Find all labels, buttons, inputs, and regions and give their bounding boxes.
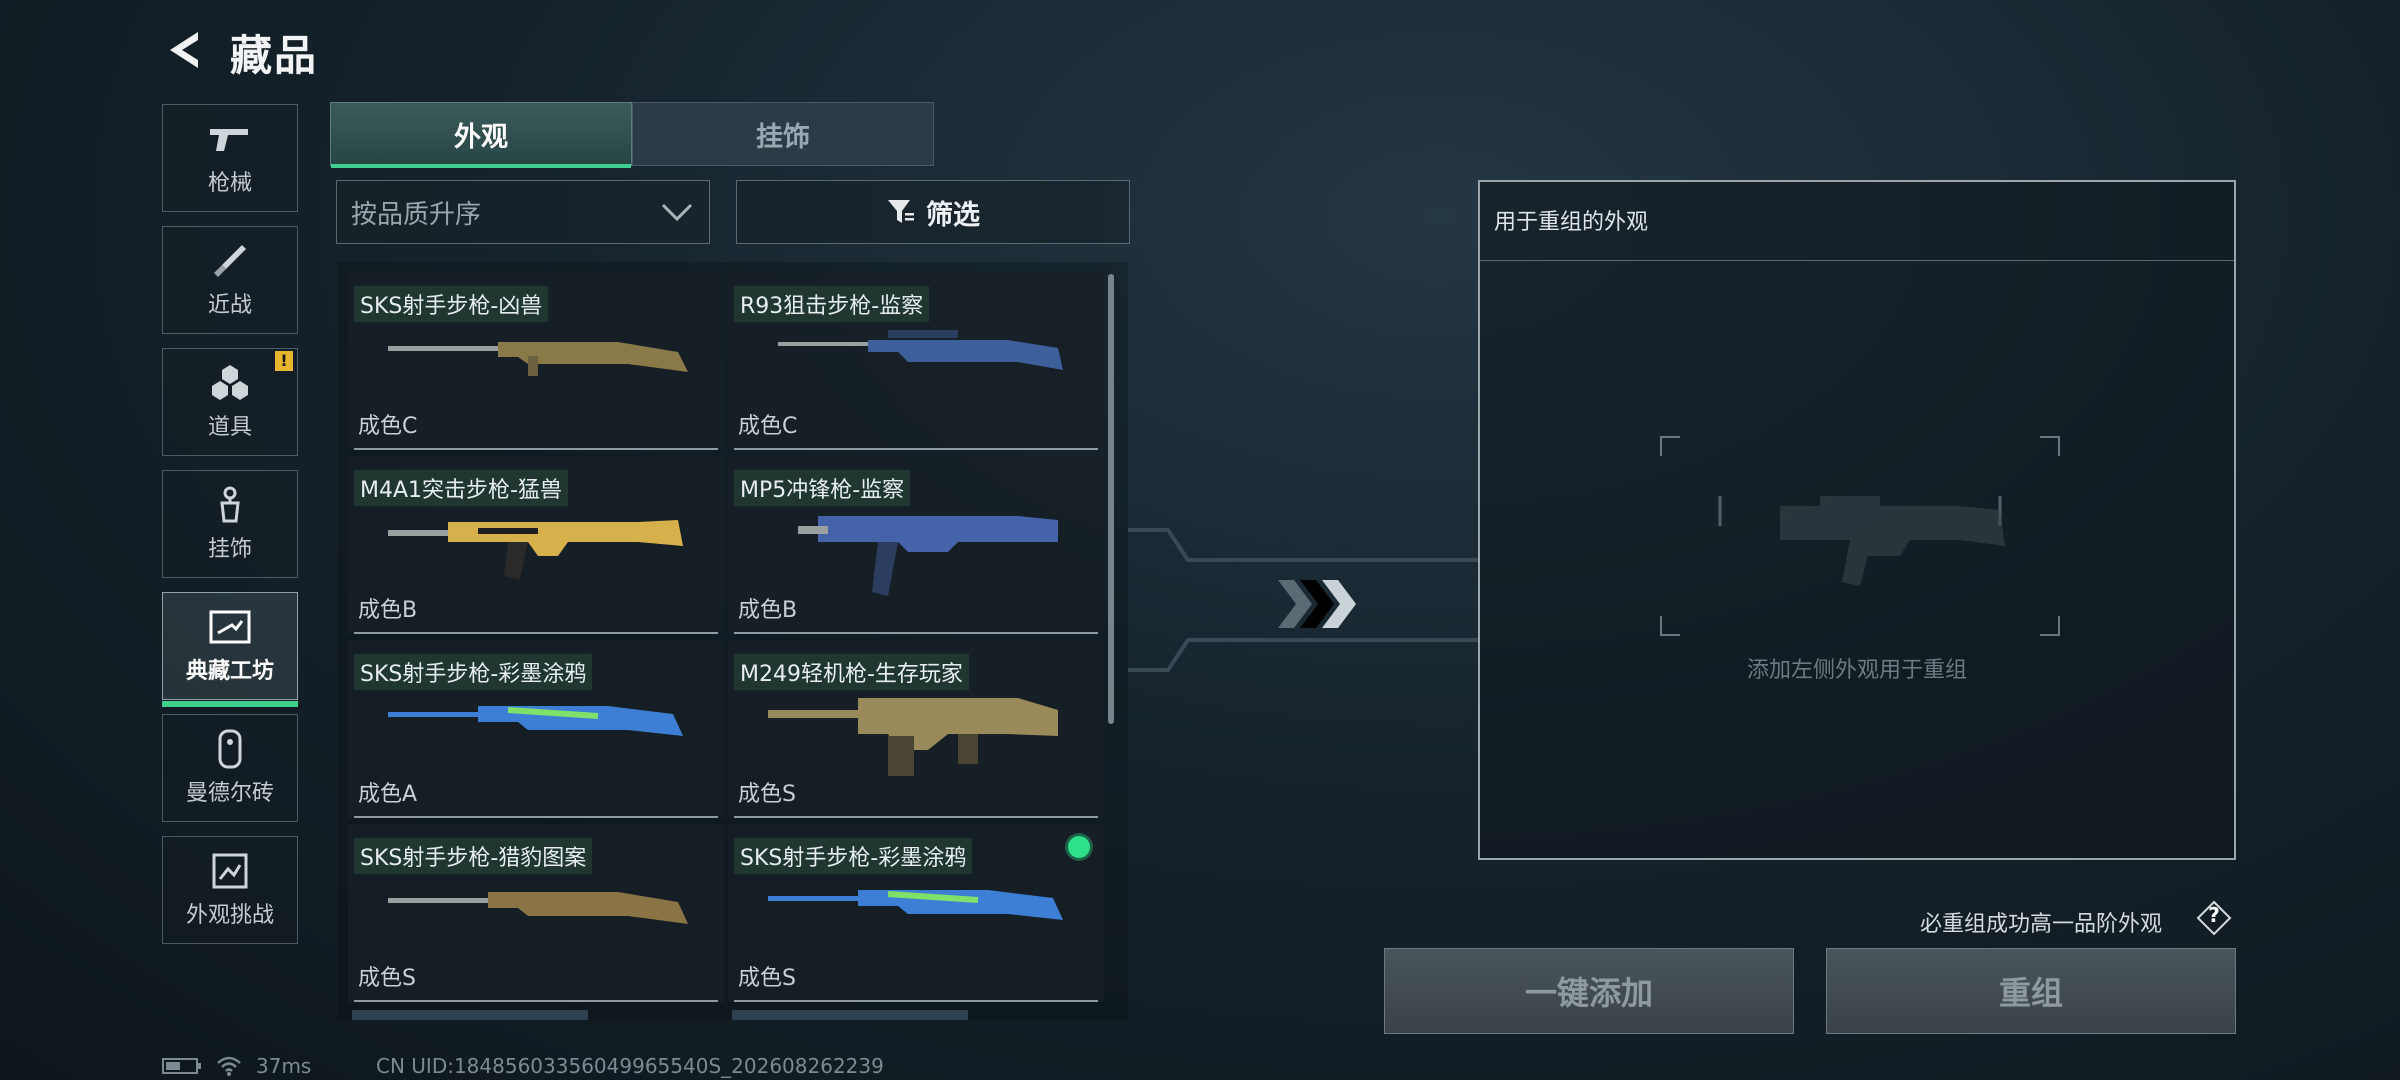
rifle-skin-image bbox=[768, 890, 1063, 920]
rifle-placeholder-icon bbox=[1780, 496, 2005, 586]
help-icon[interactable]: ? bbox=[2196, 900, 2232, 936]
page-title: 藏品 bbox=[230, 31, 319, 80]
filter-icon bbox=[888, 200, 914, 223]
sidebar-item-label: 枪械 bbox=[207, 171, 252, 196]
uid-text: CN UID:18485603356049965540S_20260826223… bbox=[376, 1054, 884, 1078]
sidebar-item-guns[interactable]: 枪械 bbox=[162, 104, 298, 212]
ping-value: 37ms bbox=[256, 1054, 312, 1078]
alert-badge: ! bbox=[275, 351, 293, 371]
workshop-icon bbox=[208, 607, 252, 647]
reforge-slot[interactable] bbox=[1660, 436, 2060, 636]
sniper-skin-image bbox=[778, 330, 1063, 370]
item-quality: 成色S bbox=[358, 966, 416, 991]
item-quality: 成色A bbox=[358, 782, 418, 807]
knife-icon bbox=[208, 241, 252, 281]
guarantee-note: 必重组成功高一品阶外观 bbox=[1920, 912, 2163, 937]
item-card[interactable]: SKS射手步枪-凶兽 成色C bbox=[348, 272, 724, 450]
item-quality: 成色B bbox=[358, 598, 418, 623]
item-card-selected[interactable]: SKS射手步枪-彩墨涂鸦 成色S bbox=[728, 824, 1104, 1002]
item-card[interactable]: R93狙击步枪-监察 成色C bbox=[728, 272, 1104, 450]
item-quality: 成色C bbox=[738, 414, 798, 439]
item-quality: 成色S bbox=[738, 966, 796, 991]
help-label: ? bbox=[2208, 903, 2220, 927]
gun-icon bbox=[208, 119, 252, 159]
sidebar-item-workshop[interactable]: 典藏工坊 bbox=[162, 592, 298, 707]
back-button[interactable] bbox=[160, 24, 212, 76]
item-quality: 成色C bbox=[358, 414, 418, 439]
item-card[interactable]: MP5冲锋枪-监察 成色B bbox=[728, 456, 1104, 634]
sidebar-item-pendants[interactable]: 挂饰 bbox=[162, 470, 298, 578]
status-bar: 37ms bbox=[162, 1054, 311, 1078]
sidebar-item-melee[interactable]: 近战 bbox=[162, 226, 298, 334]
battery-icon bbox=[162, 1058, 201, 1074]
sidebar-item-mandel-brick[interactable]: 曼德尔砖 bbox=[162, 714, 298, 822]
wifi-icon bbox=[217, 1056, 241, 1076]
sort-value: 按品质升序 bbox=[351, 199, 482, 230]
pendant-icon bbox=[208, 485, 252, 525]
sidebar-item-label: 外观挑战 bbox=[185, 903, 274, 928]
reforge-button[interactable]: 重组 bbox=[1826, 948, 2236, 1034]
sidebar-item-label: 近战 bbox=[207, 293, 252, 318]
mandel-brick-icon bbox=[208, 729, 252, 769]
add-all-button[interactable]: 一键添加 bbox=[1384, 948, 1794, 1034]
tab-appearance[interactable]: 外观 bbox=[330, 102, 632, 168]
reforge-panel: 用于重组的外观 添加左侧外观用于重组 bbox=[1478, 180, 2236, 860]
filter-button[interactable]: 筛选 bbox=[736, 180, 1130, 244]
sidebar-item-label: 挂饰 bbox=[207, 537, 252, 562]
item-card[interactable]: M249轻机枪-生存玩家 成色S bbox=[728, 640, 1104, 818]
selected-indicator-icon bbox=[1068, 836, 1090, 858]
item-card[interactable]: SKS射手步枪-彩墨涂鸦 成色A bbox=[348, 640, 724, 818]
rifle-skin-image bbox=[388, 892, 688, 924]
filter-label: 筛选 bbox=[926, 199, 980, 231]
back-arrow-icon bbox=[170, 32, 198, 68]
reforge-panel-title: 用于重组的外观 bbox=[1494, 210, 1649, 235]
rifle-skin-image bbox=[388, 520, 683, 580]
divider bbox=[1480, 260, 2234, 261]
challenge-icon bbox=[208, 851, 252, 891]
item-card[interactable]: M4A1突击步枪-猛兽 成色B bbox=[348, 456, 724, 634]
item-quality: 成色S bbox=[738, 782, 796, 807]
sidebar-item-challenge[interactable]: 外观挑战 bbox=[162, 836, 298, 944]
grid-scrollbar[interactable] bbox=[1108, 274, 1114, 724]
partial-item-card bbox=[732, 1010, 968, 1020]
item-quality: 成色B bbox=[738, 598, 798, 623]
transfer-arrows-icon bbox=[1128, 528, 1478, 672]
item-grid[interactable]: SKS射手步枪-凶兽 成色C R93狙击步枪-监察 成色C M4A1突击步枪-猛… bbox=[338, 262, 1128, 1020]
sidebar-item-label: 曼德尔砖 bbox=[185, 781, 274, 806]
rifle-skin-image bbox=[388, 706, 683, 736]
partial-item-card bbox=[352, 1010, 588, 1020]
reforge-hint: 添加左侧外观用于重组 bbox=[1746, 658, 1967, 683]
lmg-skin-image bbox=[768, 698, 1058, 776]
smg-skin-image bbox=[798, 516, 1058, 596]
chevron-down-icon bbox=[661, 203, 693, 222]
item-card[interactable]: SKS射手步枪-猎豹图案 成色S bbox=[348, 824, 724, 1002]
rifle-skin-image bbox=[388, 342, 688, 376]
items-icon bbox=[208, 363, 252, 403]
tab-pendant[interactable]: 挂饰 bbox=[632, 102, 934, 166]
sidebar-item-items[interactable]: ! 道具 bbox=[162, 348, 298, 456]
sidebar-item-label: 道具 bbox=[207, 415, 252, 440]
sort-dropdown[interactable]: 按品质升序 bbox=[336, 180, 710, 244]
sidebar-item-label: 典藏工坊 bbox=[185, 659, 274, 684]
